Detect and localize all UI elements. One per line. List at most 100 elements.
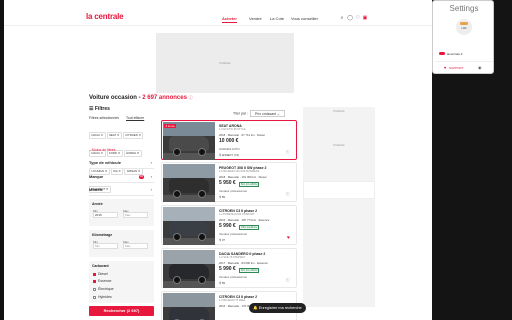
location-label: 59 xyxy=(221,281,225,285)
listing-specs: 2017 · Manuelle · 84 000 km · Essence xyxy=(219,261,268,265)
year-min-input[interactable]: 2015 xyxy=(93,212,118,218)
favorite-heart-icon[interactable]: ♥ xyxy=(287,236,290,241)
mileage-title: Kilométrage xyxy=(92,233,113,237)
site-toggle[interactable] xyxy=(439,52,445,55)
mileage-max-input[interactable]: Max xyxy=(123,243,148,249)
listing-price: 5 990 € xyxy=(219,223,236,229)
photo-ground xyxy=(163,153,215,160)
year-max-input[interactable]: Max xyxy=(123,212,148,218)
listing-price: 5 950 € xyxy=(219,180,236,186)
fuel-option-label: Diesel xyxy=(98,272,108,276)
filters-heading: ☰ Filtres xyxy=(89,106,110,112)
fuel-title: Carburant xyxy=(92,264,109,268)
popup-title: Settings xyxy=(449,4,479,13)
support-link[interactable]: SUPPORT xyxy=(449,66,463,70)
save-search-button[interactable]: 🔔 Enregistrer ma recherche xyxy=(249,303,306,313)
listing-location: ⚲ 59 xyxy=(219,281,225,285)
seller-name: Vendeur professionnel xyxy=(219,189,247,193)
checkbox-icon xyxy=(93,279,96,283)
fuel-option-label: Hybrides xyxy=(98,295,112,299)
favorite-heart-icon[interactable]: ♡ xyxy=(286,151,290,156)
site-label: lacentrale.fr xyxy=(447,52,463,56)
filter-chip[interactable]: HONDA ✕ xyxy=(123,149,142,157)
site-logo[interactable]: la centrale xyxy=(86,12,124,21)
listing-card[interactable]: CITROEN C3 II phase 2 1.2 PURETECH 82 CON… xyxy=(161,205,297,245)
heart-icon[interactable]: ♡ xyxy=(355,15,361,21)
ad-label: Publicité xyxy=(333,143,345,147)
settings-popup: Settings LCR lacentrale.fr ♥ SUPPORT ◉ xyxy=(432,0,494,74)
photo-background xyxy=(163,250,215,264)
info-icon[interactable]: ⓘ xyxy=(189,95,193,100)
ad-sidebar-slot xyxy=(303,181,375,199)
fuel-option-label: Électrique xyxy=(98,287,114,291)
fuel-option-diesel[interactable]: Diesel xyxy=(93,272,108,276)
favorite-heart-icon[interactable]: ♡ xyxy=(286,279,290,284)
car-wheel xyxy=(198,190,206,198)
ad-sidebar[interactable]: Publicité Publicité xyxy=(303,107,375,307)
photo-ground xyxy=(163,281,215,288)
listing-specs: 2018 · Manuelle · 97 714 km · Diesel xyxy=(219,133,265,137)
filter-icon: ☰ xyxy=(89,106,94,112)
fuel-option-essence[interactable]: Essence xyxy=(93,279,111,283)
ad-banner-top[interactable]: Publicité xyxy=(156,33,294,93)
listing-price: 5 990 € xyxy=(219,266,236,272)
search-icon[interactable]: ⌕ xyxy=(339,15,345,21)
title-prefix: Voiture occasion - xyxy=(89,95,143,101)
listing-price: 10 000 € xyxy=(219,138,239,144)
clear-filters-link[interactable]: Tout effacer xyxy=(126,116,144,120)
less-filters-link[interactable]: – Moins de filtres xyxy=(89,148,115,152)
accordion-label: Type de véhicule xyxy=(89,160,121,165)
fuel-option-hybrides[interactable]: Hybrides xyxy=(93,295,112,299)
price-rating-badge: Offre équilibrée xyxy=(239,225,260,230)
nav-acheter[interactable]: Acheter xyxy=(222,16,237,23)
nav-vendre[interactable]: Vendre xyxy=(249,16,262,21)
nav-vous-conseiller[interactable]: Vous conseiller xyxy=(291,16,318,21)
popup-divider xyxy=(435,61,493,62)
photo-ground xyxy=(163,238,215,245)
mileage-min-input[interactable]: Min xyxy=(93,243,118,249)
favorites-icon[interactable]: ▣ xyxy=(362,15,368,21)
year-title: Année xyxy=(92,202,103,206)
listing-version: 1.0 SCE 75 STEPWAY xyxy=(219,256,246,259)
car-photo[interactable] xyxy=(163,250,215,288)
checkbox-icon xyxy=(93,295,96,299)
sort-label: Trier par : xyxy=(233,111,249,116)
chevron-right-icon: › xyxy=(150,174,152,179)
ad-label: Publicité xyxy=(219,61,231,65)
nav-la-cote[interactable]: La Cote xyxy=(270,16,284,21)
listing-card[interactable]: DACIA SANDERO II phase 2 1.0 SCE 75 STEPW… xyxy=(161,248,297,288)
car-wheel xyxy=(198,148,206,156)
accordion-model[interactable]: Modèle › xyxy=(89,184,154,196)
seller-name: Vendeur professionnel xyxy=(219,232,247,236)
chevron-right-icon: › xyxy=(150,160,152,165)
listing-location: ⚲ 59 xyxy=(219,195,225,199)
ad-label: Publicité xyxy=(333,109,345,113)
listing-card[interactable]: PEUGEOT 308 II SW phase 2 1.6 BLUEHDI 120… xyxy=(161,162,297,202)
car-photo[interactable]: À la une xyxy=(163,122,215,160)
sort-select[interactable]: Prix croissant ⌄ xyxy=(250,110,285,117)
accordion-label: Modèle xyxy=(89,187,103,192)
filter-chip[interactable]: CITROEN ✕ xyxy=(122,131,144,139)
location-pin-icon: ⚲ xyxy=(219,195,222,199)
car-photo[interactable] xyxy=(163,207,215,245)
search-button[interactable]: Rechercher (2 697) xyxy=(89,306,154,316)
site-header: la centrale Acheter Vendre La Cote Vous … xyxy=(4,0,432,26)
user-icon[interactable]: ◯ xyxy=(347,15,353,21)
car-wheel xyxy=(173,148,181,156)
listing-card[interactable]: À la une SEAT ARONA 1.0 ECOTSI 95 STYLE 201… xyxy=(161,120,297,160)
accordion-vehicle-type[interactable]: Type de véhicule › xyxy=(89,157,154,169)
checkbox-icon xyxy=(93,272,96,276)
price-rating-badge: Bon prix affiché xyxy=(239,268,260,273)
filter-chip[interactable]: DACIA ✕ xyxy=(89,131,106,139)
listing-version: 1.2 PURETECH 82 CONFORT xyxy=(219,213,255,216)
accordion-brand[interactable]: Marque 10 › xyxy=(89,171,154,183)
car-photo[interactable] xyxy=(163,293,215,320)
listing-version: 1.6 BLUEHDI 75 FEEL xyxy=(219,299,246,302)
filter-chip[interactable]: SEAT ✕ xyxy=(106,131,122,139)
year-filter: Année Min 2015 Max Max xyxy=(89,199,154,226)
fuel-option-electrique[interactable]: Électrique xyxy=(93,287,114,291)
car-wheel xyxy=(173,233,181,241)
favorite-heart-icon[interactable]: ♡ xyxy=(286,193,290,198)
car-photo[interactable] xyxy=(163,164,215,202)
github-icon[interactable]: ◉ xyxy=(478,65,482,70)
